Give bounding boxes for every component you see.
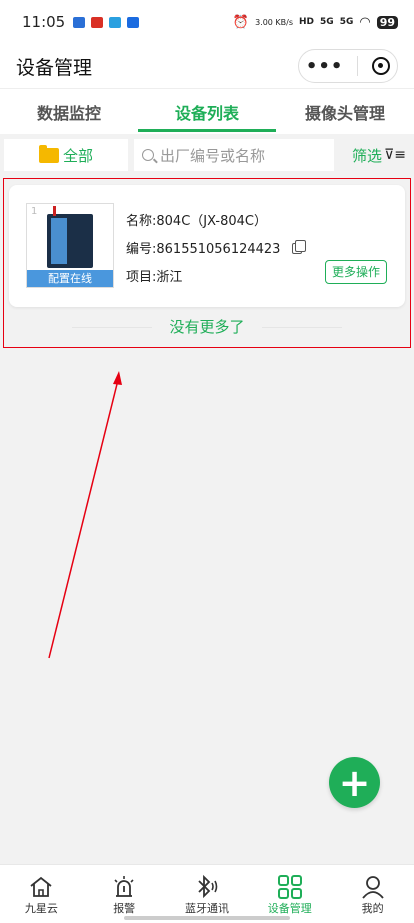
home-indicator [124,916,290,920]
filter-label: 筛选 [352,146,383,165]
add-device-button[interactable]: + [329,757,380,808]
list-end-text: 没有更多了 [169,318,245,336]
device-name-row: 名称:804C（JX-804C） [126,208,302,236]
device-card[interactable]: 1 配置在线 名称:804C（JX-804C） 编号:8615510561244… [9,185,405,307]
page-title: 设备管理 [16,56,93,79]
bottom-tab-home[interactable]: 九星云 [0,865,83,923]
all-group-label: 全部 [62,146,93,165]
grid-icon [277,873,303,900]
device-serial: 861551056124423 [156,242,281,257]
status-time: 11:05 [22,13,66,31]
notif-app-icon [127,16,140,28]
tab-data-monitor[interactable]: 数据监控 [0,89,138,134]
bottom-tab-label: 报警 [113,902,136,915]
alarm-clock-icon: ⏰ [232,14,250,30]
divider-right [262,327,342,328]
status-bar: 11:05 ⏰ 3.00 KB/s HD 5G 5G ◠ 99 [0,0,414,44]
home-icon [28,873,54,900]
device-panel [51,218,67,264]
search-input[interactable]: 出厂编号或名称 [134,139,334,171]
top-tabs: 数据监控 设备列表 摄像头管理 [0,88,414,134]
funnel-icon: ⊽≡ [384,147,406,163]
status-badge: 配置在线 [27,270,113,287]
device-info: 名称:804C（JX-804C） 编号:861551056124423 项目:浙… [126,208,307,292]
bottom-tab-bluetooth[interactable]: 蓝牙通讯 [166,865,249,923]
device-project-row: 项目:浙江 [126,264,302,292]
signal-5g-1: 5G [320,17,334,27]
notification-icons [73,16,140,28]
search-icon [142,149,154,161]
device-thumbnail: 1 配置在线 [26,203,114,288]
filter-button[interactable]: 筛选 ⊽≡ [352,145,410,166]
copy-icon[interactable] [292,240,307,254]
net-speed: 3.00 KB/s [255,17,294,27]
filter-row: 全部 出厂编号或名称 筛选 ⊽≡ [0,134,414,176]
device-index: 1 [31,206,38,217]
tab-camera-management[interactable]: 摄像头管理 [276,89,414,134]
hd-badge: HD [299,17,315,27]
mini-program-capsule: ••• [298,49,398,83]
wifi-icon: ◠ [359,14,371,30]
bluetooth-icon [193,873,221,900]
antenna-shape [53,206,56,216]
more-actions-button[interactable]: 更多操作 [324,260,387,284]
notif-mail-icon [91,16,104,28]
battery-level: 99 [376,15,398,29]
bottom-tab-alarm[interactable]: 报警 [83,865,166,923]
user-icon [360,873,386,900]
nav-bar: 设备管理 ••• [0,44,414,88]
bottom-tab-label: 蓝牙通讯 [184,902,229,915]
device-project: 浙江 [156,270,183,285]
status-right: ⏰ 3.00 KB/s HD 5G 5G ◠ 99 [233,15,398,30]
capsule-divider [357,56,359,76]
more-menu-button[interactable]: ••• [306,56,344,77]
notif-app-icon [73,16,86,28]
bottom-tab-label: 设备管理 [267,902,312,915]
tab-device-list[interactable]: 设备列表 [138,89,276,134]
notif-app-icon [109,16,122,28]
close-target-icon[interactable] [372,57,391,75]
signal-5g-2: 5G [339,17,354,27]
bottom-tab-mine[interactable]: 我的 [331,865,414,923]
bottom-tab-label: 我的 [361,902,384,915]
device-image [47,206,93,268]
all-group-button[interactable]: 全部 [4,139,128,171]
device-project-label: 项目: [126,270,157,285]
device-name: 804C（JX-804C） [156,214,267,229]
device-name-label: 名称: [126,214,157,229]
bottom-tab-bar: 九星云 报警 蓝牙通讯 设备管理 我的 [0,864,414,923]
bottom-tab-label: 九星云 [24,902,58,915]
bottom-tab-device-management[interactable]: 设备管理 [248,865,331,923]
device-serial-row: 编号:861551056124423 [126,236,307,264]
device-serial-label: 编号: [126,242,157,257]
folder-icon [38,144,59,163]
search-placeholder: 出厂编号或名称 [160,146,266,165]
alarm-icon [111,873,137,900]
